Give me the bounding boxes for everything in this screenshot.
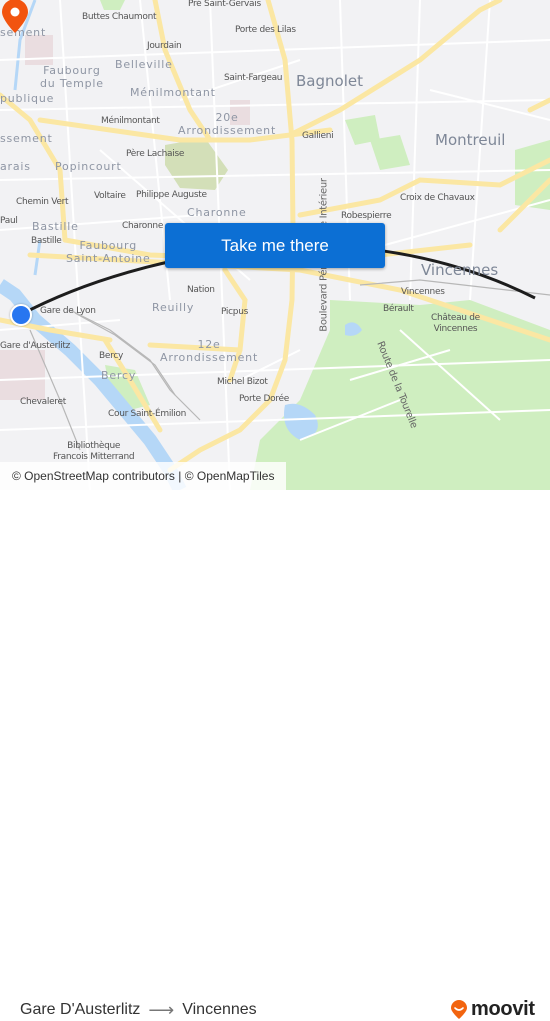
label-paul: Paul <box>0 216 18 226</box>
moovit-logo[interactable]: moovit <box>450 998 535 1021</box>
destination-pin-icon[interactable] <box>0 0 30 34</box>
label-marais-partial: arais <box>0 160 31 173</box>
label-gare-de-lyon: Gare de Lyon <box>40 306 96 316</box>
label-bagnolet: Bagnolet <box>296 72 363 90</box>
label-chevaleret: Chevaleret <box>20 397 66 407</box>
label-picpus: Picpus <box>221 307 248 317</box>
label-bastille-station: Bastille <box>31 236 62 246</box>
map-attribution[interactable]: © OpenStreetMap contributors | © OpenMap… <box>0 462 287 490</box>
label-belleville: Belleville <box>115 58 173 71</box>
label-20e-arrondissement: 20e Arrondissement <box>178 111 277 137</box>
label-voltaire: Voltaire <box>94 191 126 201</box>
label-gallieni: Gallieni <box>302 131 334 141</box>
label-montreuil: Montreuil <box>435 131 506 149</box>
label-berault: Bérault <box>383 304 414 314</box>
label-michel-bizot: Michel Bizot <box>217 377 268 387</box>
label-cour-saint-emilion: Cour Saint-Émilion <box>108 409 187 419</box>
label-croix-de-chavaux: Croix de Chavaux <box>400 193 475 203</box>
label-chateau-de-vincennes: Château de Vincennes <box>431 313 480 334</box>
label-vincennes-city: Vincennes <box>421 261 499 279</box>
label-nation: Nation <box>187 285 215 295</box>
label-faubourg-saint-antoine: Faubourg Saint-Antoine <box>66 239 151 265</box>
brand-name: moovit <box>471 998 535 1020</box>
label-jourdain: Jourdain <box>147 41 182 51</box>
moovit-pin-icon <box>451 999 467 1019</box>
origin-name: Gare D'Austerlitz <box>20 1001 141 1018</box>
label-robespierre: Robespierre <box>341 211 392 221</box>
label-pre-saint-gervais: Pré Saint-Gervais <box>188 0 261 9</box>
label-charonne-station: Charonne <box>122 221 164 231</box>
label-12e-arrondissement: 12e Arrondissement <box>160 338 259 364</box>
label-reuilly: Reuilly <box>152 301 195 314</box>
label-gare-austerlitz: Gare d'Austerlitz <box>0 341 71 351</box>
label-pere-lachaise: Père Lachaise <box>126 149 185 159</box>
label-saint-fargeau: Saint-Fargeau <box>224 73 283 83</box>
buttes-chaumont-park <box>100 0 125 10</box>
label-bercy-station: Bercy <box>99 351 123 361</box>
label-popincourt: Popincourt <box>55 160 122 173</box>
label-bibliotheque: Bibliothèque Francois Mitterrand <box>53 441 135 462</box>
label-chemin-vert: Chemin Vert <box>16 197 69 207</box>
label-porte-des-lilas: Porte des Lilas <box>235 25 296 35</box>
label-republique-partial: publique <box>0 92 55 105</box>
a3-motorway <box>287 0 503 138</box>
origin-marker[interactable] <box>10 304 32 326</box>
label-bercy-district: Bercy <box>101 369 137 382</box>
destination-name: Vincennes <box>182 1001 257 1018</box>
arrow-right-icon: ⟶ <box>148 1000 175 1020</box>
label-buttes-chaumont: Buttes Chaumont <box>82 12 157 22</box>
footer: Gare D'Austerlitz ⟶ Vincennes moovit <box>0 490 550 1020</box>
map-view[interactable]: Buttes Chaumont Pré Saint-Gervais Porte … <box>0 0 550 490</box>
label-porte-doree: Porte Dorée <box>239 394 289 404</box>
park-montreuil <box>370 135 410 170</box>
label-vincennes-station: Vincennes <box>401 287 445 297</box>
label-faubourg-du-temple: Faubourg du Temple <box>40 64 104 90</box>
label-menilmontant-district: Ménilmontant <box>130 86 216 99</box>
label-arrondissement-partial-2: ssement <box>0 132 53 145</box>
route-title: Gare D'Austerlitz ⟶ Vincennes <box>20 1001 257 1019</box>
label-charonne-district: Charonne <box>187 206 247 219</box>
pere-lachaise-park <box>165 138 228 190</box>
label-bastille-district: Bastille <box>32 220 79 233</box>
take-me-there-button[interactable]: Take me there <box>165 223 385 268</box>
label-menilmontant-station: Ménilmontant <box>101 116 160 126</box>
label-philippe-auguste: Philippe Auguste <box>136 190 207 200</box>
